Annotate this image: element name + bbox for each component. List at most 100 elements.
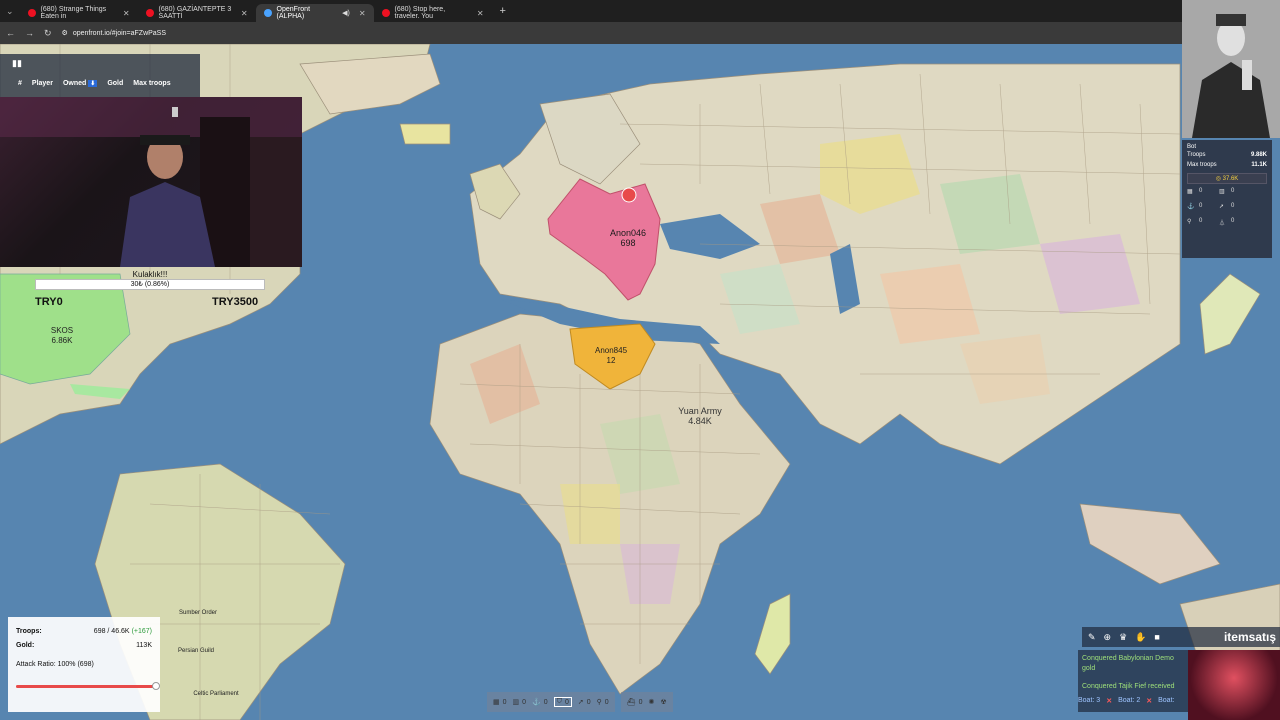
col-gold[interactable]: Gold <box>107 80 123 87</box>
stat-value: 0 <box>1231 218 1235 224</box>
build-defense[interactable]: ⛉ 0 <box>553 697 572 707</box>
streamer-webcam-image <box>0 97 302 267</box>
attack-ratio-thumb[interactable] <box>152 682 160 690</box>
port-icon: ⚓ <box>1187 204 1195 210</box>
build-group-2: ⛴ 0 ✺ ☢ <box>620 692 673 712</box>
stat-value: 0 <box>1231 203 1235 209</box>
troops-rate: (+167) <box>131 628 152 635</box>
hydrogen-bomb-icon: ☢ <box>660 699 667 706</box>
tab-title: OpenFront (ALPHA) <box>276 6 311 20</box>
build-port[interactable]: ⚓ 0 <box>532 698 548 707</box>
missile-icon: ➚ <box>577 699 584 706</box>
build-bar: ▦ 0 ▥ 0 ⚓ 0 ⛉ 0 ➚ 0 ⚲ 0 ⛴ 0 ✺ ☢ <box>487 692 797 712</box>
build-count: 0 <box>564 698 569 706</box>
tab-title: (680) Strange Things Eaten in <box>40 6 107 20</box>
address-bar: ← → ↻ ⚙ openfront.io/#join=aFZwPaSS <box>0 22 1280 44</box>
build-group-1: ▦ 0 ▥ 0 ⚓ 0 ⛉ 0 ➚ 0 ⚲ 0 <box>487 692 615 712</box>
defense-icon: ⏃ <box>1219 221 1226 227</box>
build-missile[interactable]: ➚ 0 <box>577 698 591 707</box>
sam-icon: ⚲ <box>596 699 602 706</box>
troops-label: Troops: <box>16 628 42 635</box>
tab-title: (680) Stop here, traveler. You <box>394 6 446 20</box>
cancel-boat-icon[interactable]: ✕ <box>1106 697 1112 705</box>
target-icon[interactable]: ⊕ <box>1104 632 1112 643</box>
leaderboard-icon[interactable]: ▮▮ <box>12 58 22 69</box>
cancel-boat-icon[interactable]: ✕ <box>1146 697 1152 705</box>
build-sam[interactable]: ⚲ 0 <box>596 698 609 707</box>
build-count: 0 <box>586 698 591 706</box>
build-atom-bomb[interactable]: ✺ <box>648 698 654 706</box>
url-text: openfront.io/#join=aFZwPaSS <box>72 29 167 37</box>
troops-label: Troops <box>1187 152 1206 158</box>
col-owned-label: Owned <box>62 79 87 87</box>
col-rank[interactable]: # <box>18 80 22 87</box>
city-icon: ▦ <box>1187 189 1193 195</box>
openfront-favicon-icon <box>263 9 272 17</box>
attack-ratio-slider[interactable] <box>16 682 160 690</box>
leaderboard-panel: ▮▮ # Player Owned ⬇ Gold Max troops <box>0 54 200 98</box>
close-tab-icon[interactable]: ✕ <box>477 9 484 18</box>
troops-panel: Troops: 698 / 46.6K (+167) Gold: 113K Atta… <box>8 617 160 712</box>
pencil-icon[interactable]: ✎ <box>1088 632 1096 643</box>
youtube-favicon-icon <box>27 9 36 17</box>
handshake-icon[interactable]: ✋ <box>1135 632 1146 643</box>
boat-count: Boat: 3 <box>1078 697 1101 704</box>
close-tab-icon[interactable]: ✕ <box>359 9 366 18</box>
youtube-favicon-icon <box>145 9 154 17</box>
col-player[interactable]: Player <box>32 80 53 87</box>
max-troops-row: Max troops 11.1K <box>1187 160 1267 170</box>
build-count: 0 <box>502 698 507 706</box>
browser-tab-4[interactable]: (680) Stop here, traveler. You ✕ <box>374 4 492 22</box>
leaderboard-header: # Player Owned ⬇ Gold Max troops <box>0 72 200 94</box>
build-hydrogen-bomb[interactable]: ☢ <box>660 698 666 706</box>
reload-icon[interactable]: ↻ <box>44 28 52 39</box>
build-city[interactable]: ▦ 0 <box>493 698 507 707</box>
build-count: 0 <box>543 698 548 706</box>
donation-goal-bar: 30₺ (0.86%) <box>35 279 265 290</box>
stat-value: 0 <box>1199 203 1203 209</box>
attack-ratio-fill <box>16 685 156 688</box>
max-troops-value: 11.1K <box>1251 162 1267 168</box>
troops-row: Troops: 698 / 46.6K (+167) <box>16 625 152 639</box>
factory-icon: ▥ <box>1219 189 1225 195</box>
url-field[interactable]: ⚙ openfront.io/#join=aFZwPaSS <box>62 29 167 38</box>
factory-icon: ▥ <box>512 699 520 706</box>
col-max-troops[interactable]: Max troops <box>133 80 170 87</box>
gold-value: 113K <box>136 642 152 649</box>
close-tab-icon[interactable]: ✕ <box>123 9 130 18</box>
sam-icon: ⚲ <box>1187 219 1192 225</box>
browser-tab-3[interactable]: OpenFront (ALPHA) ◀) ✕ <box>255 4 374 22</box>
site-info-icon[interactable]: ⚙ <box>62 29 68 37</box>
troops-value: 9.88K <box>1250 152 1267 158</box>
build-warship[interactable]: ⛴ 0 <box>627 698 643 707</box>
max-troops-label: Max troops <box>1187 162 1217 168</box>
speaker-icon[interactable]: ◀) <box>342 9 350 17</box>
boats-row: Boat: 3 ✕ Boat: 2 ✕ Boat: <box>1078 697 1174 705</box>
browser-tab-2[interactable]: (680) GAZİANTEPTE 3 SAATTİ ✕ <box>138 4 256 22</box>
port-icon: ⚓ <box>532 699 541 706</box>
stat-value: 0 <box>1199 188 1203 194</box>
browser-tab-1[interactable]: (680) Strange Things Eaten in ✕ <box>20 4 138 22</box>
forward-icon[interactable]: → <box>25 28 34 38</box>
tab-title: (680) GAZİANTEPTE 3 SAATTİ <box>158 6 232 20</box>
youtube-favicon-icon <box>381 9 390 17</box>
build-factory[interactable]: ▥ 0 <box>512 698 527 707</box>
sponsor-logo: itemsatış <box>1223 630 1276 644</box>
col-owned[interactable]: Owned ⬇ <box>62 79 98 87</box>
gold-value: 37.6K <box>1222 176 1239 182</box>
tab-list-dropdown-icon[interactable]: ⌄ <box>0 6 20 17</box>
crown-icon[interactable]: ♛ <box>1119 632 1127 643</box>
sort-indicator-icon: ⬇ <box>88 79 98 87</box>
stat-value: 0 <box>1199 218 1203 224</box>
chat-icon[interactable]: ■ <box>1154 632 1159 642</box>
attack-ratio-label: Attack Ratio: 100% (698) <box>16 661 94 668</box>
action-bar: ✎ ⊕ ♛ ✋ ■ itemsatış <box>1082 627 1280 647</box>
webcam-overlay <box>0 97 302 267</box>
browser-tab-bar: ⌄ (680) Strange Things Eaten in ✕ (680) G… <box>0 0 1280 22</box>
gold-label: Gold: <box>16 642 35 649</box>
close-tab-icon[interactable]: ✕ <box>241 9 248 18</box>
player-info-panel: Bot Troops 9.88K Max troops 11.1K ◎ 37.6K … <box>1182 140 1272 258</box>
donation-max: TRY3500 <box>212 296 259 308</box>
back-icon[interactable]: ← <box>6 28 15 38</box>
new-tab-icon[interactable]: + <box>492 5 514 17</box>
